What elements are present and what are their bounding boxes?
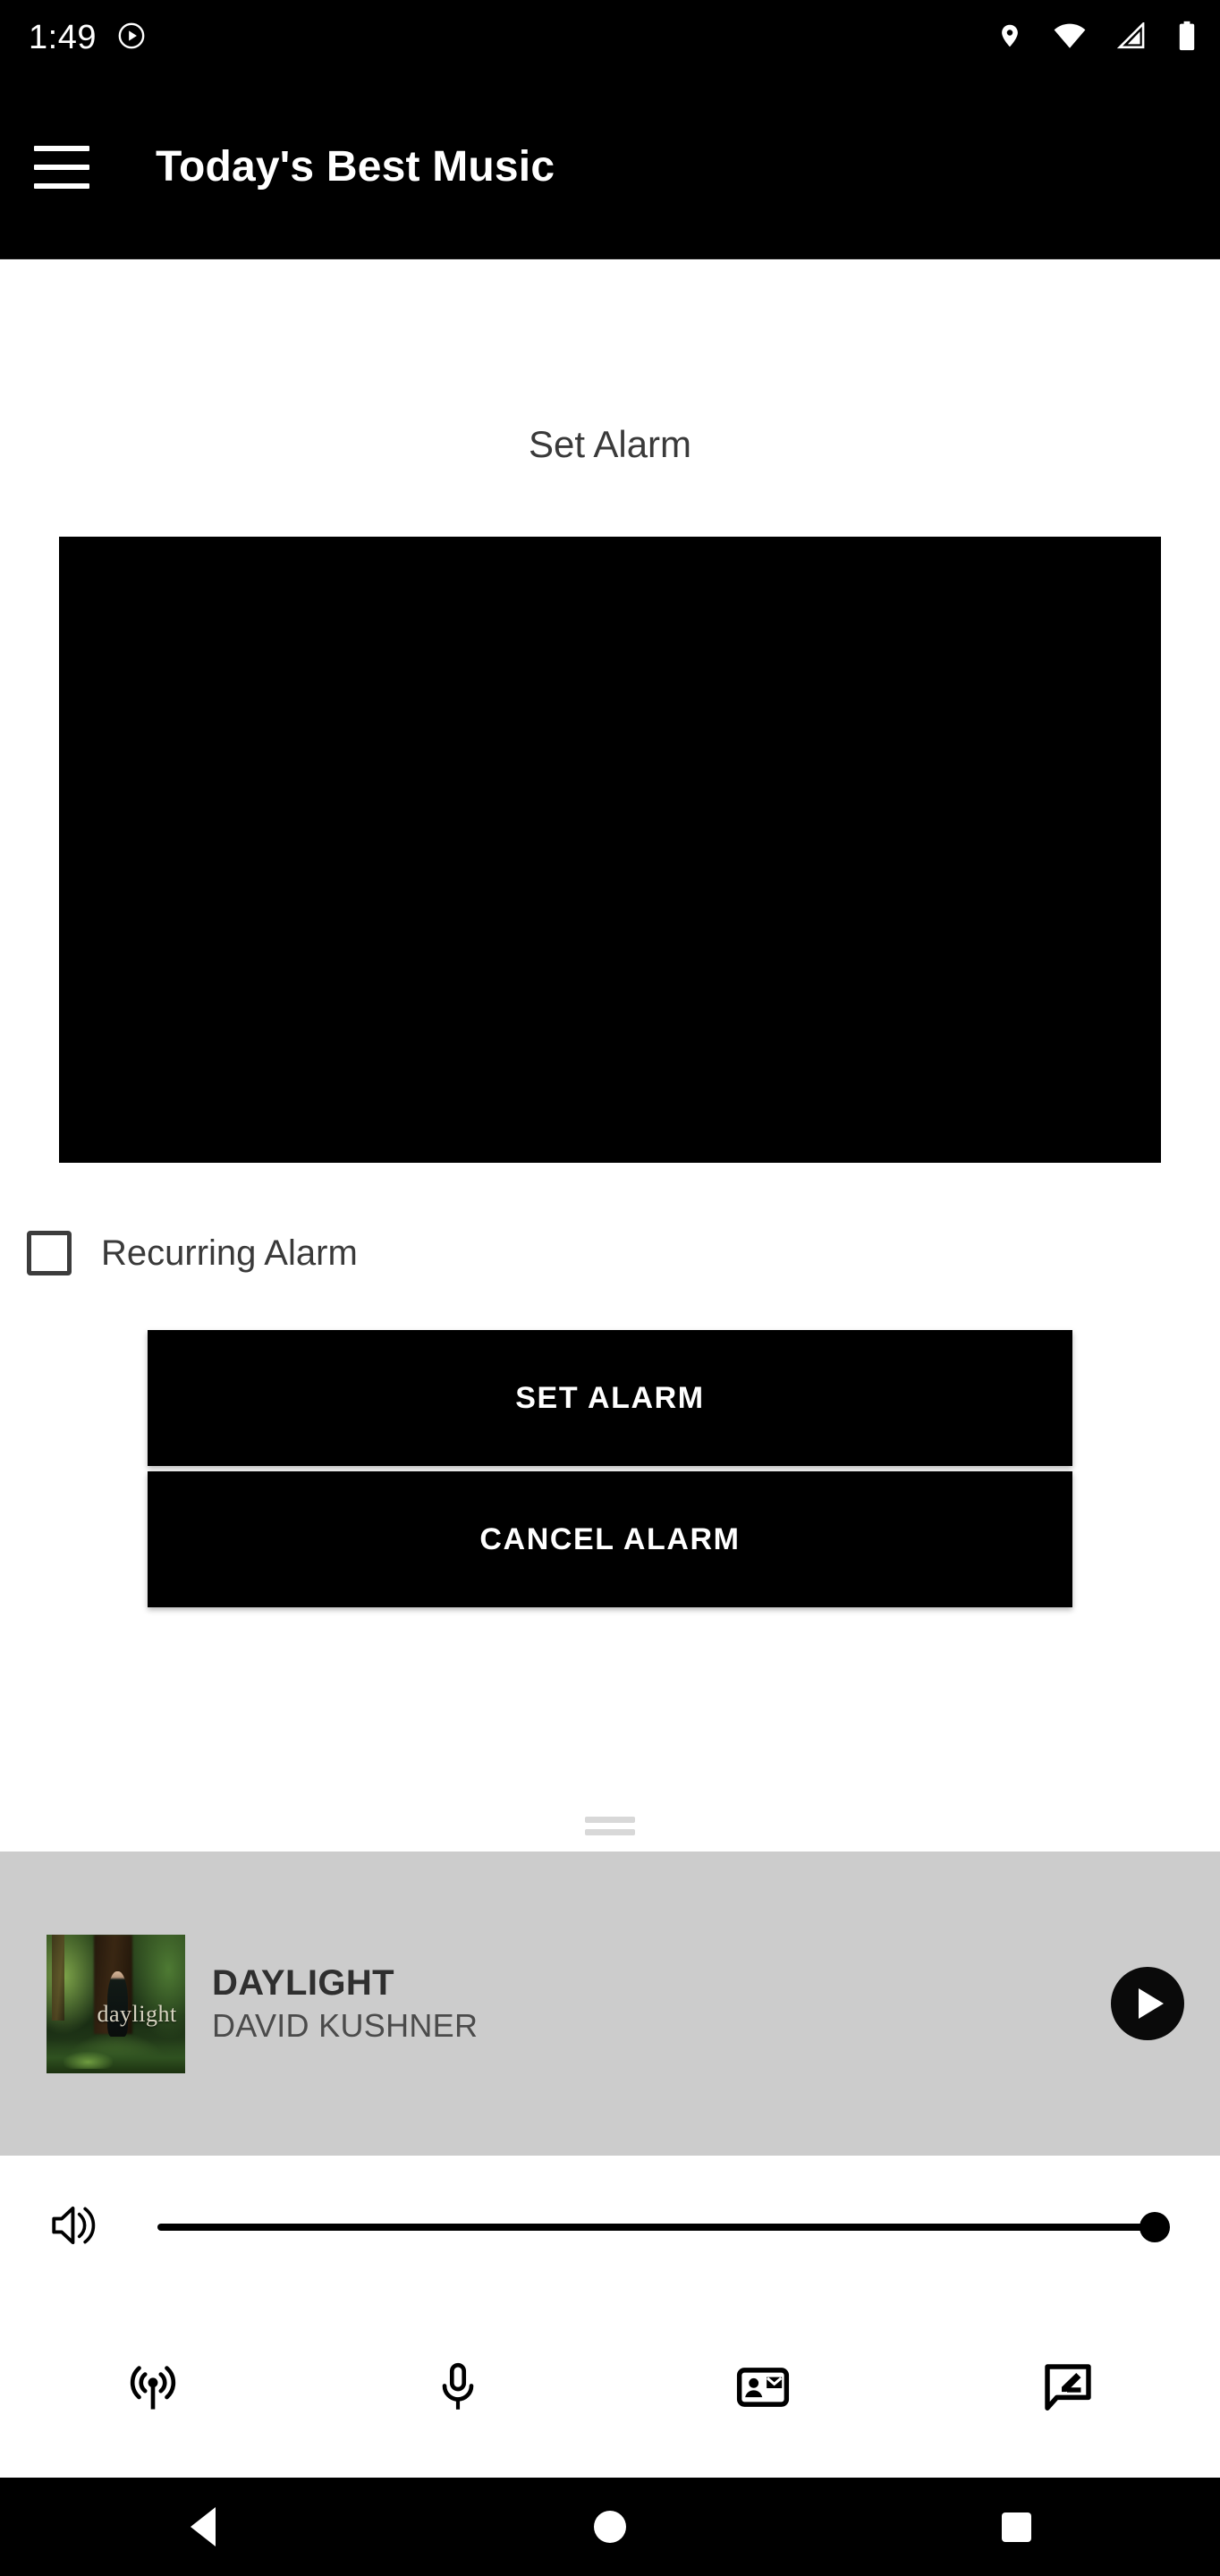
drag-handle-line [585, 1817, 635, 1823]
recurring-alarm-row[interactable]: Recurring Alarm [27, 1231, 1220, 1275]
recurring-alarm-label: Recurring Alarm [101, 1233, 358, 1273]
page-title: Today's Best Music [156, 143, 555, 191]
toolbar-broadcast[interactable] [0, 2299, 305, 2478]
volume-slider[interactable] [157, 2209, 1170, 2245]
cellular-signal-icon [1116, 21, 1147, 54]
rate-review-icon [1040, 2360, 1096, 2418]
now-playing-bar[interactable]: daylight DAYLIGHT DAVID KUSHNER [0, 1852, 1220, 2156]
status-bar: 1:49 [0, 0, 1220, 75]
broadcast-icon [125, 2360, 181, 2418]
phone-screen: 1:49 Today's Best Music Set Alarm Recurr… [0, 0, 1220, 2576]
album-art-moss [63, 2052, 114, 2069]
wifi-icon [1054, 22, 1086, 54]
album-art: daylight [47, 1934, 185, 2073]
contact-mail-icon [735, 2360, 791, 2418]
back-icon [191, 2507, 216, 2546]
hamburger-menu-icon[interactable] [34, 145, 89, 189]
drag-handle[interactable] [0, 1817, 1220, 1852]
section-title: Set Alarm [528, 423, 692, 465]
toolbar-rate-review[interactable] [915, 2299, 1220, 2478]
play-circle-icon [116, 21, 147, 55]
hamburger-line [34, 145, 89, 151]
bottom-toolbar [0, 2299, 1220, 2478]
app-bar: Today's Best Music [0, 75, 1220, 259]
location-pin-icon [996, 21, 1023, 55]
volume-slider-track [157, 2224, 1166, 2231]
toolbar-contact-mail[interactable] [610, 2299, 915, 2478]
cancel-alarm-button[interactable]: CANCEL ALARM [148, 1471, 1072, 1607]
set-alarm-button[interactable]: SET ALARM [148, 1330, 1072, 1466]
volume-slider-thumb[interactable] [1140, 2212, 1170, 2242]
status-bar-left: 1:49 [29, 21, 147, 55]
album-art-tree-left [52, 1934, 65, 2021]
recents-icon [1002, 2512, 1032, 2542]
back-button[interactable] [0, 2478, 407, 2576]
now-playing-text: DAYLIGHT DAVID KUSHNER [212, 1962, 478, 2044]
status-time: 1:49 [29, 19, 97, 56]
volume-up-icon[interactable] [47, 2198, 102, 2258]
play-button[interactable] [1111, 1967, 1184, 2040]
alarm-button-group: SET ALARM CANCEL ALARM [148, 1330, 1072, 1607]
time-picker[interactable] [59, 537, 1161, 1163]
home-icon [594, 2511, 626, 2543]
home-button[interactable] [407, 2478, 814, 2576]
hamburger-line [34, 164, 89, 170]
drag-handle-line [585, 1829, 635, 1835]
recents-button[interactable] [813, 2478, 1220, 2576]
track-title: DAYLIGHT [212, 1963, 394, 2004]
hamburger-line [34, 182, 89, 189]
track-artist: DAVID KUSHNER [212, 2007, 479, 2045]
volume-row [0, 2156, 1220, 2299]
toolbar-microphone[interactable] [305, 2299, 610, 2478]
microphone-icon [430, 2360, 486, 2418]
android-nav-bar [0, 2478, 1220, 2576]
main-content: Set Alarm Recurring Alarm SET ALARM CANC… [0, 259, 1220, 1852]
play-icon [1139, 1988, 1164, 2019]
recurring-alarm-checkbox[interactable] [27, 1231, 72, 1275]
album-art-wordmark: daylight [97, 2000, 177, 2027]
status-bar-right [996, 21, 1197, 55]
battery-icon [1177, 21, 1197, 55]
